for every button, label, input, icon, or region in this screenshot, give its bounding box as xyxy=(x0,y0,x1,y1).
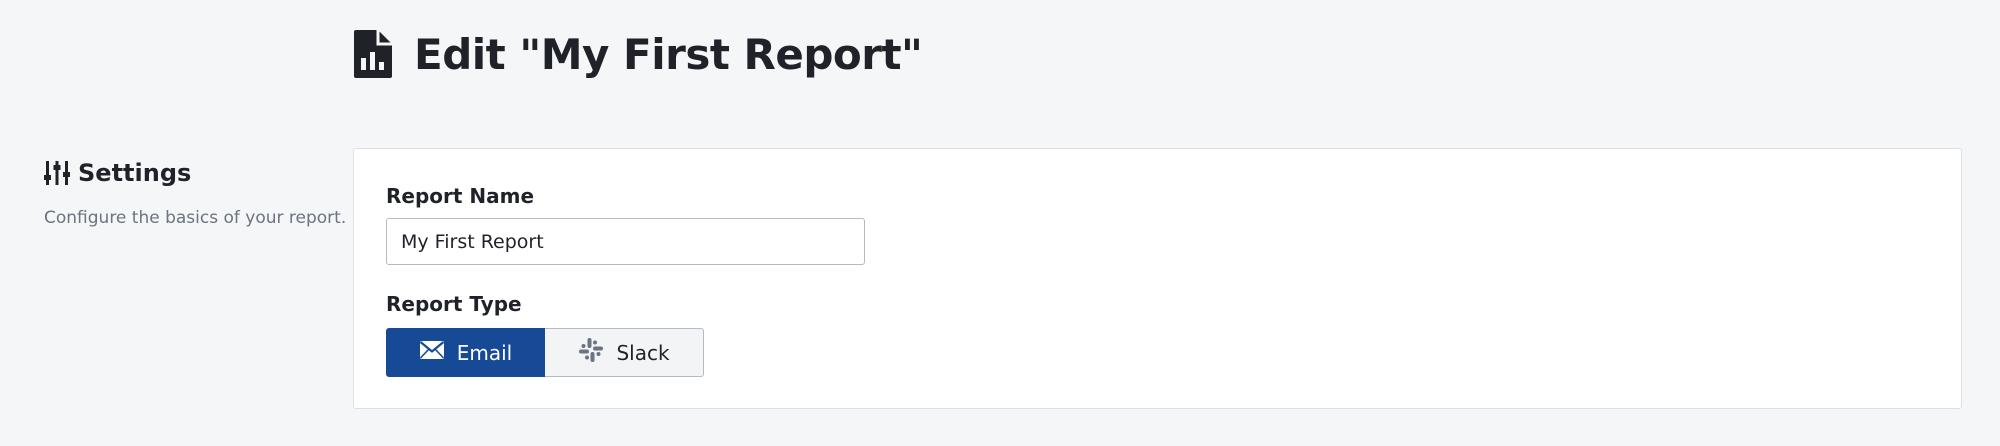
settings-section-info: Settings Configure the basics of your re… xyxy=(44,156,347,228)
envelope-icon xyxy=(419,340,445,365)
page-title: Edit "My First Report" xyxy=(414,29,923,79)
report-name-input[interactable] xyxy=(386,218,865,265)
report-type-toggle: Email Slack xyxy=(386,328,704,377)
report-name-label: Report Name xyxy=(386,184,535,208)
email-type-button[interactable]: Email xyxy=(386,328,545,377)
settings-card: Report Name Report Type Email xyxy=(353,148,1962,409)
slack-type-button[interactable]: Slack xyxy=(545,328,704,377)
slack-type-label: Slack xyxy=(616,340,670,365)
page-header: Edit "My First Report" xyxy=(352,24,923,84)
slack-icon xyxy=(578,337,604,368)
section-description: Configure the basics of your report. xyxy=(44,208,347,228)
email-type-label: Email xyxy=(456,340,513,365)
report-file-icon xyxy=(352,28,394,80)
report-type-label: Report Type xyxy=(386,292,522,316)
section-title: Settings xyxy=(78,159,192,187)
settings-heading: Settings xyxy=(44,156,344,190)
sliders-icon xyxy=(44,160,70,186)
